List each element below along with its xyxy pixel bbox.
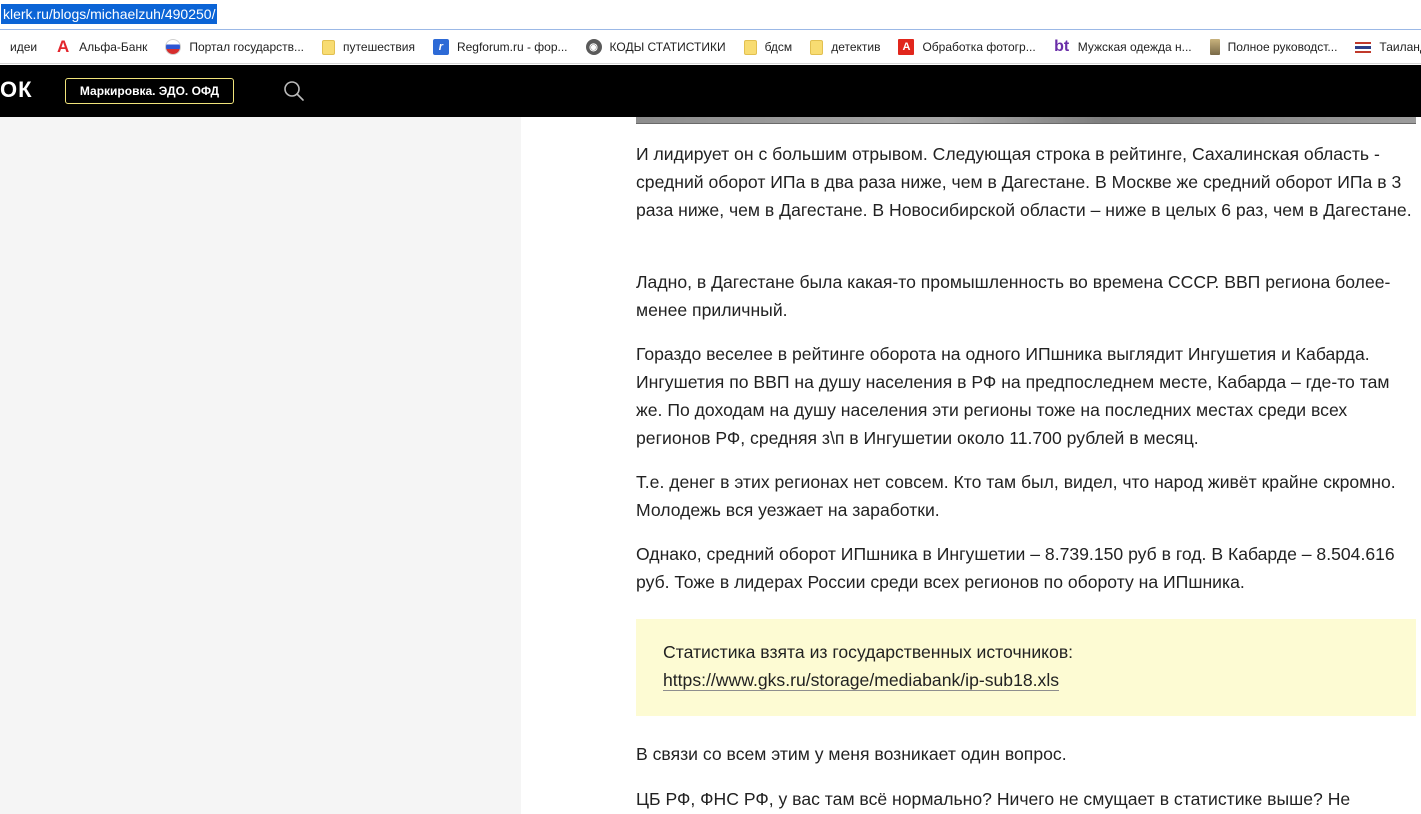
folder-icon [810,39,824,55]
russia-emblem-icon [165,39,182,55]
bookmark-full-guide[interactable]: Полное руководст... [1209,31,1338,63]
bookmark-label: Полное руководст... [1227,40,1338,54]
bookmark-travel-folder[interactable]: путешествия [322,31,415,63]
bookmark-regforum[interactable]: r Regforum.ru - фор... [432,31,568,63]
bookmark-gosuslugi[interactable]: Портал государств... [165,31,305,63]
promo-button[interactable]: Маркировка. ЭДО. ОФД [65,78,234,104]
source-link[interactable]: https://www.gks.ru/storage/mediabank/ip-… [663,670,1060,691]
bookmark-photo-editing[interactable]: A Обработка фотогр... [898,31,1036,63]
bookmark-ideas[interactable]: идеи [10,31,38,63]
bt-icon: bt [1054,38,1070,55]
site-logo[interactable]: ОК [0,77,33,103]
bookmark-label: Таиланд [1379,40,1421,54]
bookmark-thailand[interactable]: Таиланд [1355,31,1421,63]
article-image-bottom-edge [636,117,1416,124]
bookmark-label: Альфа-Банк [79,40,148,54]
article-paragraph: Ладно, в Дагестане была какая-то промышл… [636,272,1391,320]
bookmark-label: Обработка фотогр... [922,40,1036,54]
bookmark-mens-clothing[interactable]: bt Мужская одежда н... [1054,31,1192,63]
left-sidebar [0,117,521,814]
bookmark-label: КОДЫ СТАТИСТИКИ [609,40,726,54]
source-quote-box: Статистика взята из государственных исто… [636,619,1416,716]
quote-text: Статистика взята из государственных исто… [663,642,1074,662]
article-paragraph: Т.е. денег в этих регионах нет совсем. К… [636,472,1396,520]
bookmark-label: детектив [831,40,881,54]
bookmark-bdsm-folder[interactable]: бдсм [743,31,793,63]
search-icon[interactable] [283,80,305,102]
bookmark-label: Портал государств... [189,40,305,54]
thailand-flag-icon [1355,41,1372,53]
article-paragraph: Гораздо веселее в рейтинге оборота на од… [636,344,1390,448]
site-header: ОК Маркировка. ЭДО. ОФД [0,65,1421,117]
bookmark-label: путешествия [343,40,415,54]
article-paragraph: В связи со всем этим у меня возникает од… [636,744,1067,764]
article-paragraph: ЦБ РФ, ФНС РФ, у вас там всё нормально? … [636,789,1351,809]
book-icon [1209,39,1220,55]
bookmarks-bar: идеи A Альфа-Банк Портал государств... п… [0,31,1421,64]
bookmark-label: бдсм [764,40,793,54]
alfa-bank-icon: A [56,37,70,56]
bookmark-label: идеи [10,40,38,54]
address-bar[interactable]: klerk.ru/blogs/michaelzuh/490250/ [0,0,1421,30]
bookmark-detective-folder[interactable]: детектив [810,31,881,63]
folder-icon [322,39,336,55]
adobe-icon: A [898,39,915,55]
bookmark-stat-codes[interactable]: ◉ КОДЫ СТАТИСТИКИ [585,31,726,63]
bookmark-label: Мужская одежда н... [1077,40,1192,54]
article-paragraph: И лидирует он с большим отрывом. Следующ… [636,144,1412,220]
article-paragraph: Однако, средний оборот ИПшника в Ингушет… [636,544,1395,592]
bookmark-alfa-bank[interactable]: A Альфа-Банк [55,31,148,63]
url-text[interactable]: klerk.ru/blogs/michaelzuh/490250/ [1,4,218,24]
bookmark-label: Regforum.ru - фор... [456,40,568,54]
regforum-icon: r [432,39,449,55]
globe-icon: ◉ [585,39,602,55]
folder-icon [743,39,757,55]
